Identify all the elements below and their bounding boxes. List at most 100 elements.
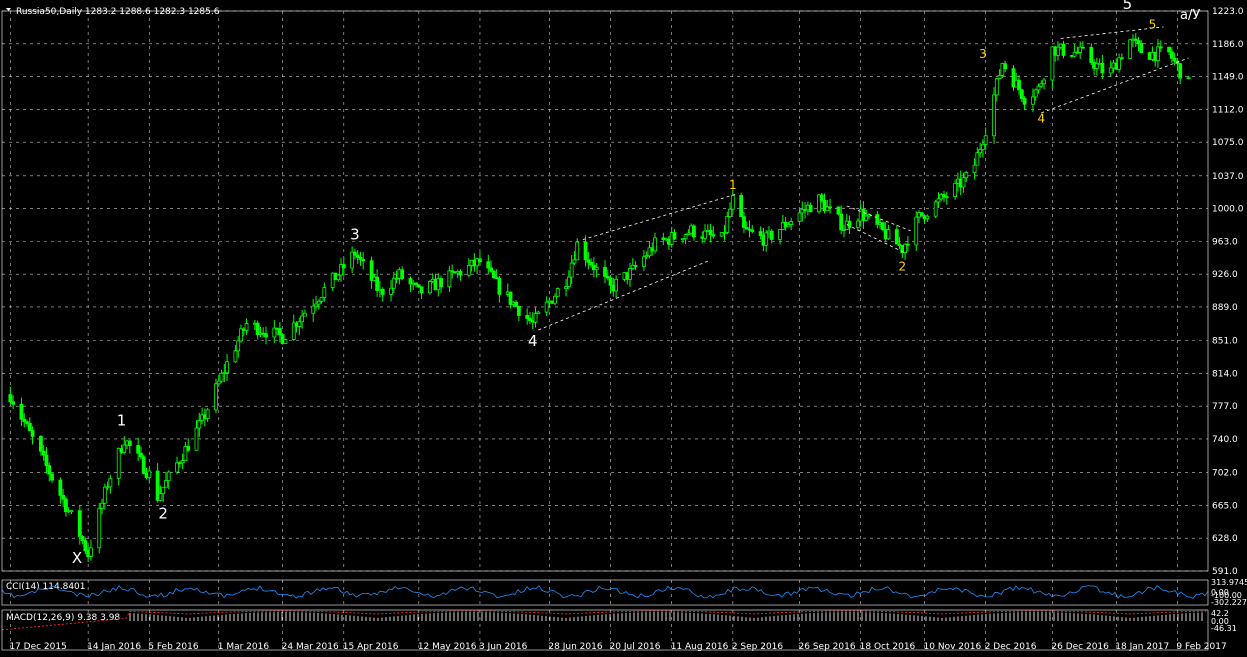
candle-body — [708, 229, 713, 236]
candle-body — [341, 264, 346, 269]
price-chart[interactable]: X1234512345 CCI(14) 114.8401 313.97450.00… — [0, 0, 1247, 657]
candle-body — [108, 477, 113, 488]
candle-body — [264, 333, 268, 338]
candle-body — [489, 267, 493, 272]
candle-body — [380, 288, 385, 295]
candle-body — [978, 149, 983, 154]
candle-body — [725, 216, 730, 233]
candle-body — [880, 222, 885, 231]
candle-body — [127, 440, 132, 446]
candle-body — [914, 216, 919, 246]
candle-body — [447, 270, 452, 288]
candle-body — [11, 401, 16, 405]
candle-body — [375, 276, 380, 291]
candle-body — [166, 471, 171, 481]
wave-label: 5 — [1149, 18, 1157, 32]
candle-body — [50, 473, 54, 481]
candle-body — [553, 295, 557, 304]
candle-body — [1156, 46, 1160, 61]
candle-body — [186, 446, 191, 451]
candle-body — [1136, 40, 1141, 44]
y-tick-label: 1149.0 — [1212, 73, 1244, 83]
candle-body — [244, 323, 249, 331]
candle-body — [855, 220, 860, 228]
x-tick-label: 20 Jul 2016 — [610, 642, 661, 652]
candle-body — [516, 305, 521, 316]
candle-body — [175, 462, 179, 473]
y-tick-label: 1186.0 — [1212, 40, 1244, 50]
x-tick-label: 12 May 2016 — [418, 642, 477, 652]
candle-body — [39, 435, 43, 452]
candle-body — [1119, 57, 1124, 60]
candle-body — [730, 194, 735, 210]
candle-body — [400, 269, 405, 279]
candle-body — [839, 213, 844, 231]
y-tick-label: 889.0 — [1212, 303, 1238, 313]
candle-body — [27, 423, 32, 431]
chart-title: Russia50,Daily 1283.2 1288.6 1282.3 1285… — [16, 7, 220, 17]
candle-body — [589, 261, 594, 266]
y-tick-label: 851.0 — [1212, 337, 1238, 347]
x-tick-label: 26 Dec 2016 — [1051, 642, 1109, 652]
candle-body — [41, 450, 46, 456]
candle-body — [30, 430, 35, 437]
wave-labels: X1234512345 — [72, 0, 1156, 567]
x-tick-label: 9 Feb 2017 — [1176, 642, 1226, 652]
candle-body — [1081, 46, 1085, 49]
macd-pane: MACD(12,26,9) 9.38 3.98 42.20.00-46.31 — [1, 609, 1237, 633]
axes: 1223.0 1186.0 1149.0 1112.0 1075.0 1037.0 1000… — [1, 7, 1244, 652]
candle-body — [572, 259, 577, 264]
candle-body — [47, 465, 52, 475]
candle-body — [1167, 46, 1171, 53]
wave-label: 4 — [1037, 112, 1045, 126]
menu-triangle-icon[interactable] — [6, 8, 11, 11]
candle-body — [1169, 51, 1174, 59]
candle-body — [233, 350, 238, 363]
candle-body — [283, 339, 288, 345]
candle-body — [1017, 79, 1021, 91]
candle-body — [789, 221, 794, 225]
candle-body — [19, 403, 24, 420]
candle-body — [692, 225, 696, 238]
candle-body — [1036, 85, 1041, 91]
channel-lines — [538, 26, 1189, 331]
y-tick-label: 628.0 — [1212, 534, 1238, 544]
candle-body — [277, 328, 282, 336]
candle-body — [925, 215, 930, 220]
candle-body — [975, 152, 980, 166]
candle-body — [1186, 77, 1191, 80]
x-tick-label: 24 Mar 2016 — [282, 642, 339, 652]
corner-label: а/У — [1180, 8, 1200, 23]
x-tick-label: 17 Dec 2015 — [9, 642, 66, 652]
candle-body — [205, 409, 210, 419]
candle-body — [953, 182, 958, 198]
candle-body — [439, 278, 443, 288]
candle-body — [603, 266, 607, 277]
candle-body — [769, 230, 774, 240]
candle-body — [1061, 43, 1066, 56]
candle-body — [322, 287, 327, 298]
macd-title: MACD(12,26,9) 9.38 3.98 — [6, 613, 120, 623]
y-tick-label: 1000.0 — [1212, 205, 1244, 215]
candle-body — [1158, 46, 1163, 49]
macd-tick-label: -46.31 — [1211, 624, 1237, 633]
candle-body — [575, 241, 580, 261]
candle-body — [983, 135, 988, 145]
candle-body — [819, 194, 824, 201]
candle-body — [614, 279, 619, 292]
candle-body — [994, 78, 999, 96]
candle-body — [764, 232, 769, 246]
candle-body — [536, 311, 541, 314]
y-tick-label: 926.0 — [1212, 270, 1238, 280]
candle-body — [758, 231, 763, 236]
candle-body — [972, 164, 977, 174]
candle-body — [1178, 63, 1183, 79]
candle-body — [728, 208, 732, 217]
candle-body — [164, 480, 168, 488]
x-tick-label: 28 Jun 2016 — [548, 642, 602, 652]
candle-body — [569, 262, 574, 278]
candle-body — [391, 277, 396, 289]
y-tick-label: 814.0 — [1212, 369, 1238, 379]
candle-body — [80, 536, 85, 542]
candle-body — [628, 268, 632, 280]
